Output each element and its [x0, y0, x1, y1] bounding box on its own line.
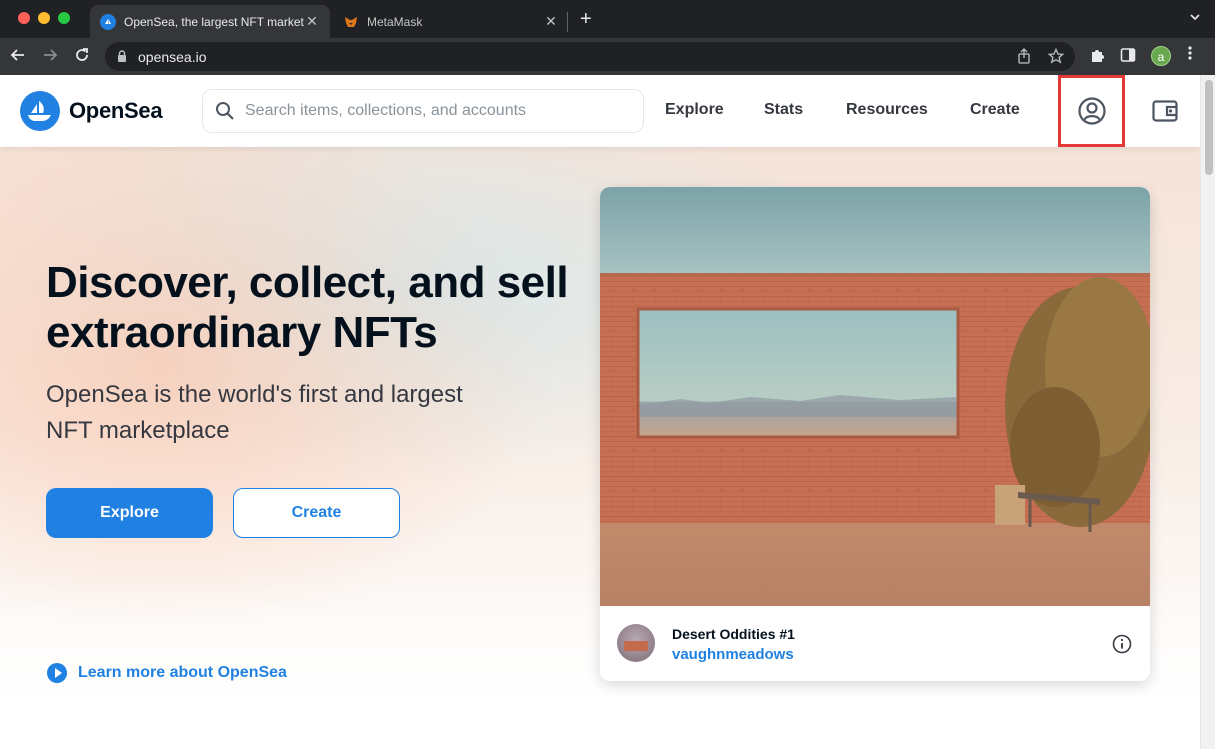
info-icon[interactable]	[1112, 634, 1132, 654]
tab-title: MetaMask	[367, 14, 423, 29]
share-icon[interactable]	[1017, 48, 1031, 67]
tab-metamask[interactable]: MetaMask ✕	[333, 5, 569, 38]
metamask-favicon-icon	[343, 14, 359, 30]
learn-more-label: Learn more about OpenSea	[78, 664, 287, 681]
tab-close-icon[interactable]: ✕	[543, 13, 559, 30]
nav-create[interactable]: Create	[970, 101, 1020, 119]
window-close-button[interactable]	[18, 12, 30, 24]
new-tab-button[interactable]: +	[580, 9, 592, 29]
brand-name[interactable]: OpenSea	[69, 98, 163, 124]
opensea-logo-icon[interactable]	[20, 91, 60, 131]
nav-stats[interactable]: Stats	[764, 101, 803, 119]
account-circle-icon[interactable]	[1077, 96, 1107, 131]
side-panel-icon[interactable]	[1120, 47, 1136, 67]
scrollbar-thumb[interactable]	[1205, 80, 1213, 175]
search-input[interactable]	[245, 100, 625, 122]
tab-close-icon[interactable]: ✕	[304, 13, 320, 30]
profile-avatar[interactable]: a	[1151, 46, 1171, 66]
hero-subheadline: OpenSea is the world's first and largest…	[46, 381, 463, 444]
bookmark-star-icon[interactable]	[1047, 47, 1065, 67]
creator-link[interactable]: vaughnmeadows	[672, 646, 794, 663]
browser-menu-icon[interactable]	[1188, 45, 1192, 66]
back-arrow-icon[interactable]	[8, 46, 28, 66]
opensea-favicon-icon	[100, 13, 116, 30]
tab-opensea[interactable]: OpenSea, the largest NFT marketplace ✕	[90, 5, 330, 38]
tab-title: OpenSea, the largest NFT marketplace	[124, 14, 304, 29]
tab-search-chevron-icon[interactable]	[1189, 10, 1201, 26]
featured-nft-image[interactable]	[600, 187, 1150, 606]
hero-headline: Discover, collect, and sell extraordinar…	[46, 258, 569, 357]
play-circle-icon	[47, 663, 67, 683]
wallet-icon[interactable]	[1151, 97, 1179, 130]
tab-separator	[567, 12, 568, 32]
creator-avatar[interactable]	[617, 624, 655, 662]
forward-arrow-icon[interactable]	[40, 46, 60, 66]
address-url: opensea.io	[138, 49, 207, 65]
site-header: OpenSea Explore Stats Resources Create	[0, 75, 1200, 147]
extensions-puzzle-icon[interactable]	[1089, 47, 1105, 67]
explore-button[interactable]: Explore	[46, 488, 213, 538]
page-scrollbar[interactable]	[1200, 75, 1215, 749]
window-minimize-button[interactable]	[38, 12, 50, 24]
address-bar[interactable]: opensea.io	[105, 42, 1075, 71]
search-icon	[215, 101, 235, 126]
nav-resources[interactable]: Resources	[846, 101, 928, 119]
nft-title[interactable]: Desert Oddities #1	[672, 626, 795, 642]
featured-nft-card[interactable]: Desert Oddities #1 vaughnmeadows	[600, 187, 1150, 681]
create-button[interactable]: Create	[233, 488, 400, 538]
lock-icon	[117, 50, 127, 68]
reload-icon[interactable]	[72, 46, 92, 66]
learn-more-link[interactable]: Learn more about OpenSea	[47, 663, 287, 683]
nav-explore[interactable]: Explore	[665, 101, 724, 119]
window-maximize-button[interactable]	[58, 12, 70, 24]
browser-toolbar: opensea.io a	[0, 38, 1215, 75]
browser-tab-bar: OpenSea, the largest NFT marketplace ✕ M…	[0, 0, 1215, 38]
search-bar[interactable]	[202, 89, 644, 133]
card-footer: Desert Oddities #1 vaughnmeadows	[600, 606, 1150, 681]
page-viewport: OpenSea Explore Stats Resources Create D…	[0, 75, 1200, 749]
